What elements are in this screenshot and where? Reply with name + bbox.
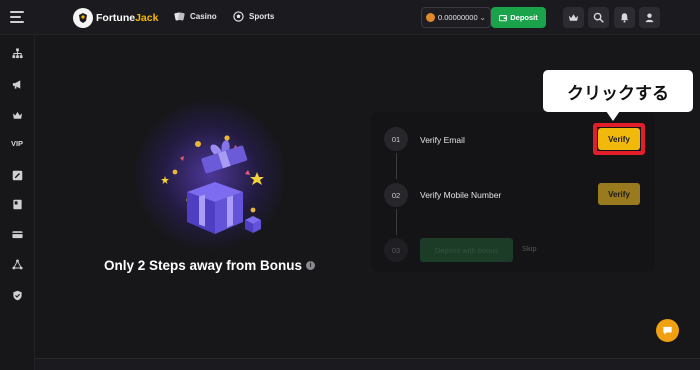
logo[interactable]: FortuneJack <box>73 7 158 29</box>
annotation-callout: クリックする <box>543 70 693 112</box>
book-icon <box>12 199 22 209</box>
chat-support-button[interactable] <box>656 319 679 342</box>
hierarchy-icon <box>11 47 23 58</box>
step-number-3: 03 <box>384 238 408 262</box>
edit-icon <box>12 170 22 180</box>
search-button[interactable] <box>588 7 609 28</box>
sidebar-item-payments[interactable] <box>10 227 24 241</box>
verify-mobile-button[interactable]: Verify <box>598 183 640 205</box>
balance-selector[interactable]: 0.00000000 ⌄ <box>421 7 491 28</box>
chevron-down-icon: ⌄ <box>479 13 486 22</box>
card-icon <box>11 230 23 238</box>
skip-link[interactable]: Skip <box>522 244 537 253</box>
profile-button[interactable] <box>639 7 660 28</box>
megaphone-icon <box>12 79 20 89</box>
search-icon <box>593 12 604 23</box>
sidebar-item-network[interactable] <box>10 257 24 271</box>
hamburger-menu-icon[interactable] <box>10 11 26 23</box>
soccer-ball-icon <box>233 11 244 22</box>
step-label-verify-mobile: Verify Mobile Number <box>420 190 502 200</box>
sidebar-item-security[interactable] <box>10 288 24 302</box>
crown-icon <box>568 14 579 21</box>
verify-email-button[interactable]: Verify <box>598 128 640 150</box>
user-icon <box>645 13 654 23</box>
top-bar: FortuneJack Casino Sports 0.00000000 ⌄ D… <box>0 0 700 35</box>
gift-box-illustration <box>135 100 285 250</box>
step-number-1: 01 <box>384 127 408 151</box>
deposit-button[interactable]: Deposit <box>491 7 546 28</box>
step-connector <box>396 153 397 179</box>
sidebar-item-vip[interactable]: VIP <box>6 139 28 148</box>
crown-icon <box>12 111 22 119</box>
balance-amount: 0.00000000 <box>438 13 478 22</box>
sidebar-item-guides[interactable] <box>10 197 24 211</box>
rewards-button[interactable] <box>563 7 584 28</box>
nav-sports[interactable]: Sports <box>233 11 274 22</box>
coin-icon <box>426 13 435 22</box>
nav-casino[interactable]: Casino <box>174 11 217 22</box>
sidebar-item-promotions[interactable] <box>10 77 24 91</box>
chat-bubble-icon <box>663 326 672 335</box>
cards-icon <box>174 12 185 21</box>
deposit-with-bonus-button[interactable]: Deposit with bonus <box>420 238 513 262</box>
nav-casino-label: Casino <box>190 12 217 21</box>
step-label-verify-email: Verify Email <box>420 135 465 145</box>
annotation-callout-pointer <box>606 111 620 121</box>
sidebar-item-vip-club[interactable] <box>10 108 24 122</box>
sidebar-item-affiliate[interactable] <box>10 46 24 60</box>
logo-text: FortuneJack <box>96 12 159 24</box>
sidebar-item-blog[interactable] <box>10 168 24 182</box>
nav-sports-label: Sports <box>249 12 275 21</box>
shield-icon <box>12 290 22 300</box>
promo-headline: Only 2 Steps away from Bonus i <box>104 258 316 273</box>
notifications-button[interactable] <box>614 7 635 28</box>
logo-mark-icon <box>73 8 93 28</box>
info-icon[interactable]: i <box>306 261 316 270</box>
bell-icon <box>620 13 629 23</box>
step-connector <box>396 209 397 235</box>
deposit-label: Deposit <box>510 13 538 22</box>
wallet-icon <box>499 14 508 21</box>
network-icon <box>11 258 23 269</box>
promo-headline-text: Only 2 Steps away from Bonus <box>104 258 303 273</box>
footer-strip <box>35 358 700 370</box>
step-number-2: 02 <box>384 183 408 207</box>
